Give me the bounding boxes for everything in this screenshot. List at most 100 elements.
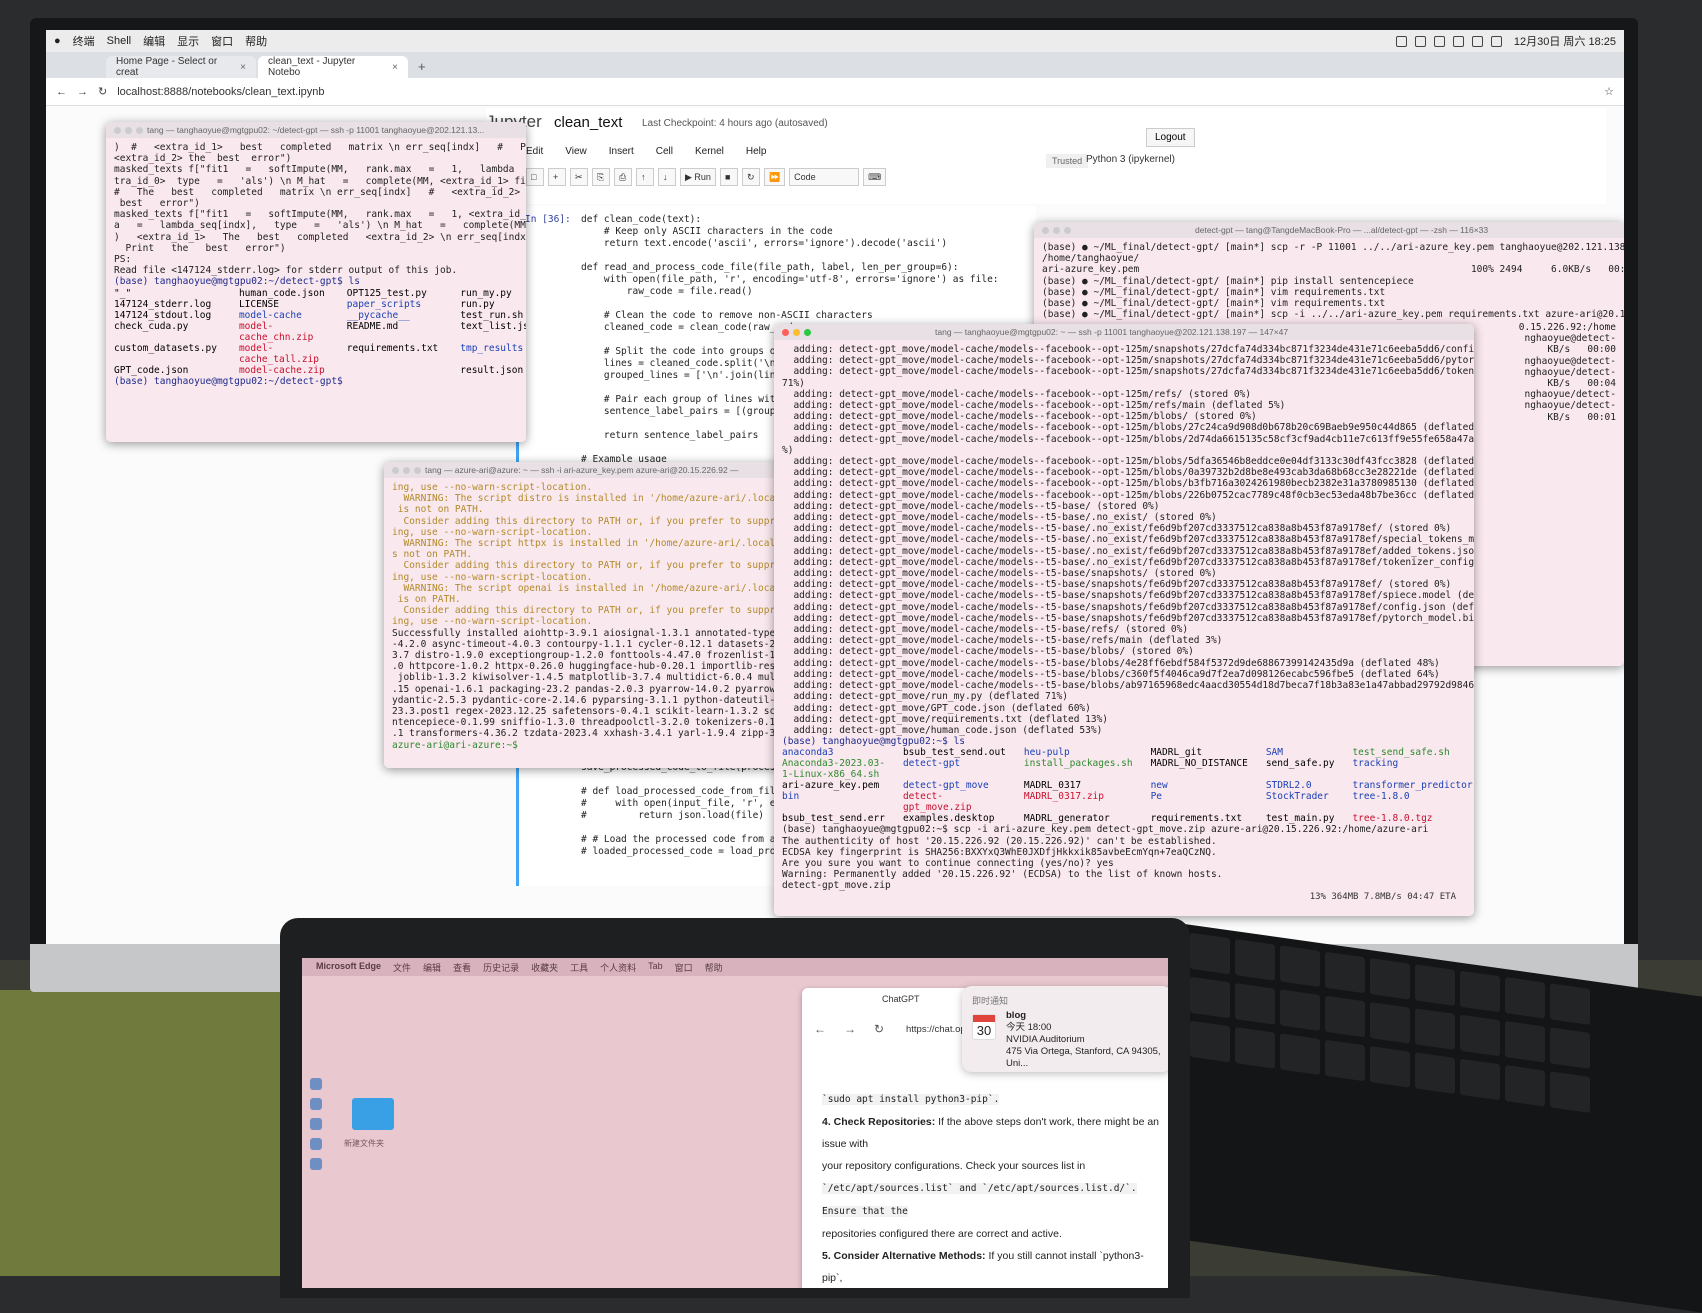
menu-item-shell[interactable]: Shell (107, 35, 131, 47)
laptop-menu-item[interactable]: 收藏夹 (531, 961, 558, 973)
paste-icon[interactable]: ⎙ (614, 168, 632, 186)
logout-button[interactable]: Logout (1146, 128, 1195, 147)
menubar-clock[interactable]: 12月30日 周六 18:25 (1514, 33, 1616, 49)
terminal-window-zip[interactable]: tang — tanghaoyue@mgtgpu02: ~ — ssh -p 1… (774, 324, 1474, 916)
app-name[interactable]: Microsoft Edge (316, 961, 381, 973)
close-dot[interactable] (782, 328, 789, 336)
terminal-line: KB/s 00:00 (1547, 344, 1616, 356)
laptop-menu-item[interactable]: 文件 (393, 961, 411, 973)
wifi-icon[interactable] (1452, 35, 1464, 47)
notebook-title[interactable]: clean_text (554, 114, 622, 131)
apple-icon[interactable]: ● (54, 35, 61, 47)
terminal-title: tang — azure-ari@azure: ~ — ssh -i ari-a… (425, 465, 739, 475)
menu-edit[interactable]: Edit (526, 146, 543, 157)
dock-app-icon[interactable] (310, 1078, 322, 1090)
dock-app-icon[interactable] (310, 1158, 322, 1170)
close-dot[interactable] (114, 126, 121, 134)
cell-type-select[interactable]: Code (789, 168, 860, 186)
terminal-prompt: (base) tanghaoyue@mgtgpu02:~/detect-gpt$… (114, 276, 360, 288)
minimize-dot[interactable] (793, 328, 800, 336)
copy-icon[interactable]: ⎘ (592, 168, 610, 186)
laptop-menu-item[interactable]: 窗口 (675, 961, 693, 973)
menu-kernel[interactable]: Kernel (695, 146, 724, 157)
status-icon[interactable] (1414, 35, 1426, 47)
zoom-dot[interactable] (804, 328, 811, 336)
reload-icon[interactable]: ↻ (98, 85, 107, 98)
laptop-menu-item[interactable]: Tab (648, 961, 663, 973)
terminal-prompt[interactable]: (base) tanghaoyue@mgtgpu02:~/detect-gpt$ (114, 376, 518, 387)
back-icon[interactable]: ← (56, 86, 67, 98)
chat-url[interactable]: https://chat.op (906, 1024, 966, 1035)
dock-app-icon[interactable] (310, 1138, 322, 1150)
control-center-icon[interactable] (1490, 35, 1502, 47)
tab-clean-text[interactable]: clean_text - Jupyter Notebo × (258, 56, 408, 78)
zoom-dot[interactable] (414, 466, 421, 474)
terminal-line: adding: detect-gpt_move/model-cache/mode… (782, 500, 1160, 512)
minimize-dot[interactable] (403, 466, 410, 474)
terminal-line: adding: detect-gpt_move/human_code.json … (782, 724, 1103, 736)
keyboard-icon[interactable]: ⌨ (863, 168, 887, 186)
terminal-line: 0.15.226.92:/home (1518, 322, 1616, 333)
minimize-dot[interactable] (125, 126, 132, 134)
terminal-window-azure[interactable]: tang — azure-ari@azure: ~ — ssh -i ari-a… (384, 462, 804, 768)
chat-tab[interactable]: ChatGPT (882, 994, 920, 1004)
zoom-dot[interactable] (1064, 226, 1071, 234)
trusted-badge[interactable]: Trusted (1046, 154, 1089, 168)
close-dot[interactable] (1042, 226, 1049, 234)
menu-view[interactable]: View (565, 146, 587, 157)
terminal-line: adding: detect-gpt_move/model-cache/mode… (782, 456, 1474, 468)
terminal-line: ydantic-2.5.3 pydantic-core-2.14.6 pypar… (392, 694, 804, 706)
reload-icon[interactable]: ↻ (874, 1022, 884, 1036)
bookmark-star-icon[interactable]: ☆ (1604, 85, 1614, 98)
restart-icon[interactable]: ↻ (741, 168, 760, 186)
ls-entry: run_my.py (460, 287, 512, 299)
calendar-notification[interactable]: 即时通知 30 blog 今天 18:00 NVIDIA Auditorium … (962, 986, 1168, 1072)
laptop-menu-item[interactable]: 编辑 (423, 961, 441, 973)
laptop-menu-item[interactable]: 工具 (570, 961, 588, 973)
jupyter-menu: Edit View Insert Cell Kernel Help (526, 146, 766, 157)
fast-forward-icon[interactable]: ⏩ (763, 168, 786, 186)
cut-icon[interactable]: ✂ (570, 168, 588, 186)
add-cell-icon[interactable]: + (548, 168, 566, 186)
forward-icon[interactable]: → (77, 86, 88, 98)
status-icon[interactable] (1433, 35, 1445, 47)
zoom-dot[interactable] (136, 126, 143, 134)
menu-item-terminal[interactable]: 终端 (73, 33, 95, 49)
menu-item-help[interactable]: 帮助 (245, 33, 267, 49)
save-icon[interactable]: □ (526, 168, 544, 186)
close-icon[interactable]: × (240, 62, 246, 73)
url-field[interactable]: localhost:8888/notebooks/clean_text.ipyn… (117, 86, 1594, 98)
close-icon[interactable]: × (392, 62, 398, 73)
menu-item-window[interactable]: 窗口 (211, 33, 233, 49)
stop-icon[interactable]: ■ (719, 168, 738, 186)
laptop-menu-item[interactable]: 历史记录 (483, 961, 519, 973)
menu-item-view[interactable]: 显示 (177, 33, 199, 49)
close-dot[interactable] (392, 466, 399, 474)
menu-cell[interactable]: Cell (656, 146, 673, 157)
laptop-menu-item[interactable]: 帮助 (705, 961, 723, 973)
new-tab-button[interactable]: + (410, 59, 434, 78)
folder-icon[interactable] (352, 1098, 394, 1130)
tab-home-page[interactable]: Home Page - Select or creat × (106, 56, 256, 78)
terminal-line: ing, use --no-warn-script-location. (392, 526, 593, 538)
minimize-dot[interactable] (1053, 226, 1060, 234)
laptop-menu-item[interactable]: 个人资料 (600, 961, 636, 973)
move-up-icon[interactable]: ↑ (636, 168, 654, 186)
terminal-line: %) (782, 444, 794, 456)
terminal-line: adding: detect-gpt_move/model-cache/mode… (782, 523, 1452, 535)
dock-app-icon[interactable] (310, 1098, 322, 1110)
status-icon[interactable] (1395, 35, 1407, 47)
terminal-window-gpu[interactable]: tang — tanghaoyue@mgtgpu02: ~/detect-gpt… (106, 122, 526, 442)
forward-icon[interactable]: → (844, 1022, 856, 1036)
search-icon[interactable] (1471, 35, 1483, 47)
terminal-prompt[interactable]: azure-ari@ari-azure:~$ (392, 740, 796, 751)
run-button[interactable]: ▶ Run (680, 168, 716, 186)
back-icon[interactable]: ← (814, 1022, 826, 1036)
ls-entry: SAM (1265, 747, 1283, 759)
menu-insert[interactable]: Insert (609, 146, 634, 157)
move-down-icon[interactable]: ↓ (658, 168, 676, 186)
laptop-menu-item[interactable]: 查看 (453, 961, 471, 973)
dock-app-icon[interactable] (310, 1118, 322, 1130)
menu-help[interactable]: Help (746, 146, 767, 157)
menu-item-edit[interactable]: 编辑 (143, 33, 165, 49)
